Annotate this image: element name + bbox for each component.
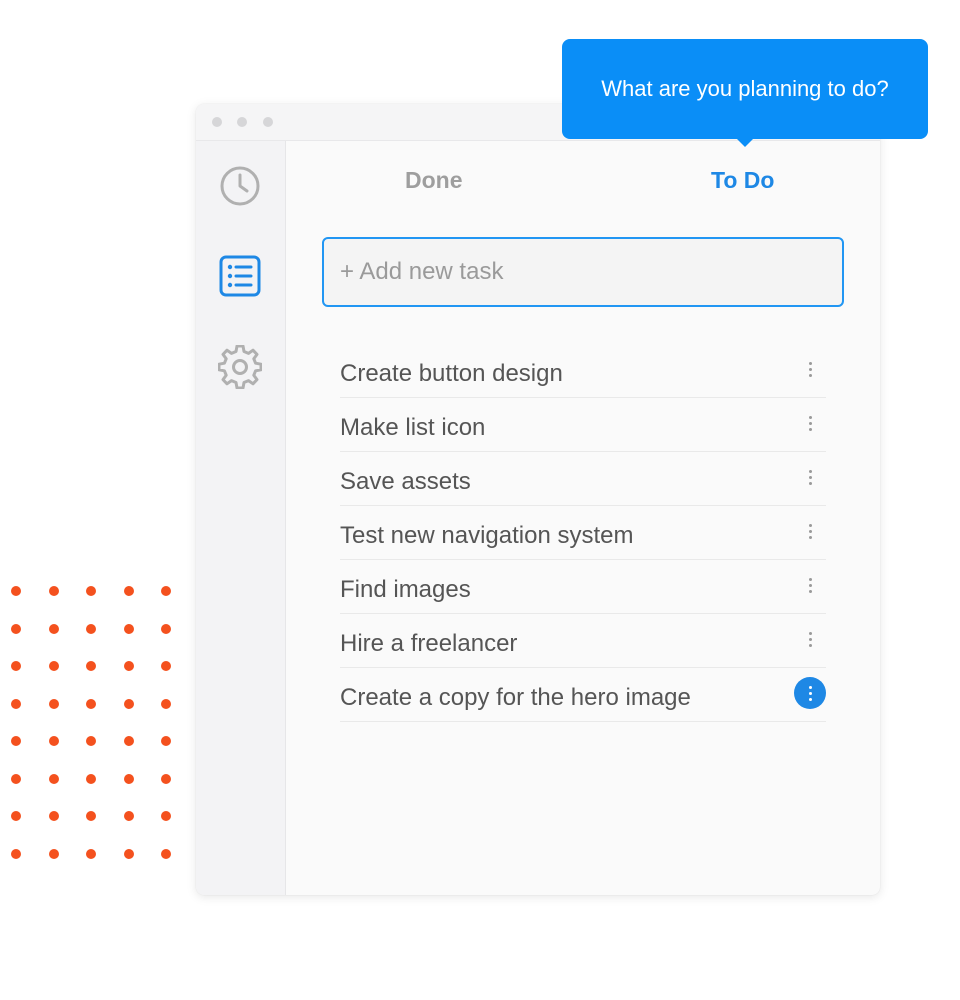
task-item[interactable]: Create a copy for the hero image [340,669,826,722]
tooltip-text: What are you planning to do? [601,76,889,101]
more-vertical-icon[interactable] [794,407,826,439]
more-vertical-icon[interactable] [794,677,826,709]
task-item[interactable]: Create button design [340,345,826,398]
clock-icon [220,166,260,206]
sidebar-item-history[interactable] [218,164,262,208]
more-vertical-icon[interactable] [794,623,826,655]
tooltip-bubble: What are you planning to do? [562,39,928,147]
decorative-dot-grid [11,586,177,862]
sidebar [196,141,286,895]
task-label: Hire a freelancer [340,630,518,657]
more-vertical-icon[interactable] [794,515,826,547]
app-window: Done To Do Create button design Make lis… [196,104,880,895]
more-vertical-icon[interactable] [794,353,826,385]
task-label: Find images [340,576,471,603]
task-item[interactable]: Test new navigation system [340,507,826,560]
add-task-input[interactable] [322,237,844,307]
task-label: Create button design [340,360,563,387]
stage: Done To Do Create button design Make lis… [0,0,960,1000]
task-item[interactable]: Save assets [340,453,826,506]
main-panel: Done To Do Create button design Make lis… [286,141,880,895]
window-control-dot[interactable] [263,117,273,127]
gear-icon [218,345,262,389]
task-label: Make list icon [340,414,486,441]
more-vertical-icon[interactable] [794,461,826,493]
tab-todo[interactable]: To Do [711,167,774,194]
task-label: Save assets [340,468,471,495]
sidebar-item-settings[interactable] [218,345,262,389]
more-vertical-icon[interactable] [794,569,826,601]
sidebar-item-tasks[interactable] [218,254,262,298]
task-item[interactable]: Find images [340,561,826,614]
list-icon [219,255,261,297]
task-label: Test new navigation system [340,522,634,549]
task-item[interactable]: Hire a freelancer [340,615,826,668]
task-list: Create button design Make list icon Save… [340,345,826,722]
task-item[interactable]: Make list icon [340,399,826,452]
tab-done[interactable]: Done [405,167,463,194]
window-control-dot[interactable] [237,117,247,127]
task-label: Create a copy for the hero image [340,684,691,711]
window-control-dot[interactable] [212,117,222,127]
